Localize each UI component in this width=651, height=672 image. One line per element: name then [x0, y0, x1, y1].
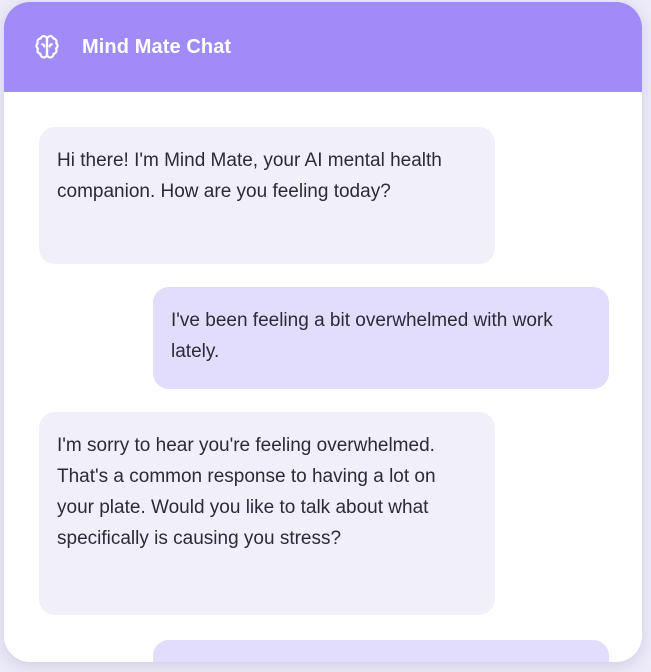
brain-icon: [34, 34, 60, 60]
bot-message: I'm sorry to hear you're feeling overwhe…: [39, 412, 495, 615]
bot-message: Hi there! I'm Mind Mate, your AI mental …: [39, 127, 495, 264]
chat-title: Mind Mate Chat: [82, 35, 232, 58]
chat-window: Mind Mate Chat Hi there! I'm Mind Mate, …: [4, 2, 642, 662]
chat-header: Mind Mate Chat: [4, 2, 642, 92]
message-list[interactable]: Hi there! I'm Mind Mate, your AI mental …: [4, 92, 642, 662]
user-message: I've been feeling a bit overwhelmed with…: [153, 287, 609, 389]
user-message: [153, 640, 609, 662]
